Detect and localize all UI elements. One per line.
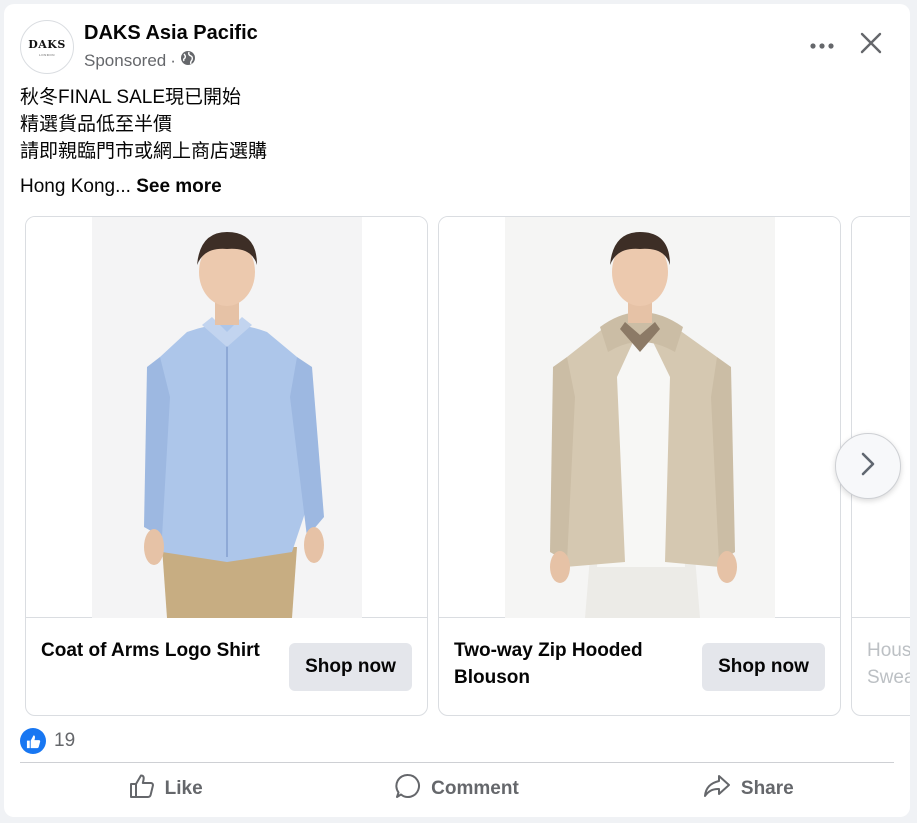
thumbs-up-outline-icon	[129, 773, 155, 805]
thumbs-up-icon	[20, 728, 46, 754]
product-title[interactable]: Hous Swea	[867, 637, 910, 691]
avatar-logo-text: DAKS	[28, 37, 66, 51]
product-image[interactable]	[505, 217, 775, 618]
share-button[interactable]: Share	[603, 764, 894, 814]
post-caption: 秋冬FINAL SALE現已開始 精選貨品低至半價 請即親臨門市或網上商店選購	[20, 84, 267, 165]
carousel-card[interactable]: Coat of Arms Logo Shirt Shop now	[25, 216, 428, 716]
action-bar: Like Comment Share	[20, 764, 894, 814]
product-title-line: Hous	[867, 640, 910, 661]
sponsored-label[interactable]: Sponsored	[84, 51, 166, 71]
share-arrow-icon	[703, 773, 731, 805]
product-title[interactable]: Coat of Arms Logo Shirt	[41, 637, 286, 664]
globe-icon	[180, 50, 196, 71]
meta-separator: ·	[170, 50, 176, 70]
sponsored-post: DAKS LONDON DAKS Asia Pacific Sponsored …	[4, 4, 910, 817]
carousel-card[interactable]: Two-way Zip Hooded Blouson Shop now	[438, 216, 841, 716]
like-label: Like	[164, 778, 203, 799]
caption-line: 秋冬FINAL SALE現已開始	[20, 87, 242, 108]
product-title[interactable]: Two-way Zip Hooded Blouson	[454, 637, 699, 691]
share-label: Share	[740, 778, 794, 799]
page-name-link[interactable]: DAKS Asia Pacific	[84, 22, 258, 45]
comment-label: Comment	[431, 778, 519, 799]
comment-button[interactable]: Comment	[311, 764, 602, 814]
divider	[20, 762, 894, 763]
reaction-count: 19	[54, 730, 76, 751]
shop-now-button[interactable]: Shop now	[289, 643, 412, 691]
post-meta: Sponsored ·	[84, 50, 196, 71]
shop-now-button[interactable]: Shop now	[702, 643, 825, 691]
caption-truncated-text: Hong Kong...	[20, 176, 131, 197]
caption-line: 精選貨品低至半價	[20, 114, 173, 135]
product-image-area[interactable]	[852, 217, 910, 618]
carousel-next-button[interactable]	[835, 433, 901, 499]
hide-post-button[interactable]	[852, 26, 890, 64]
caption-truncated: Hong Kong... See more	[20, 176, 222, 198]
product-image[interactable]	[92, 217, 362, 618]
product-title-line: Swea	[867, 667, 910, 688]
reaction-summary[interactable]: 19	[20, 728, 75, 754]
caption-line: 請即親臨門市或網上商店選購	[20, 141, 268, 162]
product-image-area[interactable]	[26, 217, 427, 618]
see-more-link[interactable]: See more	[136, 176, 222, 197]
more-options-button[interactable]	[804, 28, 840, 64]
avatar-logo-subtext: LONDON	[39, 52, 55, 57]
comment-bubble-icon	[395, 773, 421, 805]
close-icon	[860, 32, 882, 59]
page-avatar[interactable]: DAKS LONDON	[20, 20, 74, 74]
chevron-right-icon	[860, 452, 876, 481]
product-image-area[interactable]	[439, 217, 840, 618]
more-horizontal-icon	[810, 37, 834, 55]
like-button[interactable]: Like	[20, 764, 311, 814]
